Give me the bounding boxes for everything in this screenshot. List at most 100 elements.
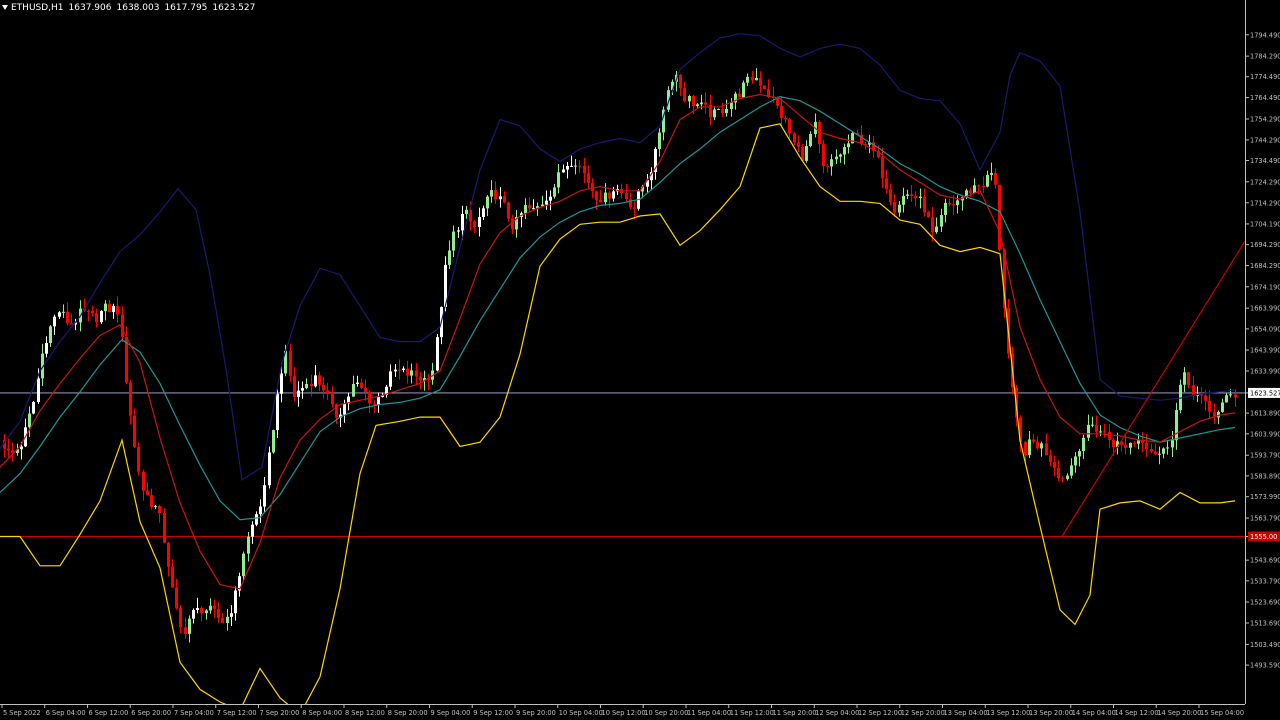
price-tick-label: 1503.490 [1250,641,1280,649]
candle-body [457,230,460,232]
candle-body [104,303,107,312]
candle-body [452,231,455,251]
candle-body [931,217,934,233]
candle-body [1234,394,1237,398]
time-tick-label: 9 Sep 20:00 [516,709,556,717]
candle-body [893,202,896,213]
candle-body [158,506,161,513]
candle-body [982,185,985,187]
candle-body [410,370,413,376]
candle-body [230,613,233,617]
candle-body [251,524,254,537]
price-tick-label: 1734.490 [1250,157,1280,165]
candle-body [700,102,703,105]
red-moving-average [0,93,1236,590]
time-tick-label: 11 Sep 04:00 [687,709,731,717]
candle-body [1108,431,1111,440]
time-tick-label: 12 Sep 20:00 [901,709,945,717]
candle-body [32,402,35,414]
candle-body [910,194,913,197]
candle-body [839,154,842,157]
candle-body [247,536,250,554]
candle-body [486,196,489,209]
candle-body [221,617,224,623]
candle-body [217,608,220,618]
candle-body [1099,431,1102,433]
candle-body [549,196,552,201]
trendline [1061,240,1245,537]
candle-body [797,142,800,147]
candle-body [948,202,951,205]
price-tick-label: 1493.590 [1250,662,1280,670]
candle-body [822,144,825,166]
candle-body [297,390,300,397]
candle-body [612,191,615,199]
candle-body [1028,439,1031,456]
open-price: 1637.906 [68,3,112,13]
candle-body [1145,442,1148,450]
candle-body [1229,394,1232,396]
candle-body [608,192,611,199]
candle-body [1171,440,1174,448]
price-tick-label: 1754.290 [1250,115,1280,123]
candle-body [843,147,846,155]
candle-body [944,202,947,216]
price-tick-label: 1674.190 [1250,283,1280,291]
price-tick-label: 1613.890 [1250,410,1280,418]
time-tick-label: 8 Sep 12:00 [345,709,385,717]
candle-body [557,172,560,188]
candle-body [990,173,993,175]
candle-body [276,393,279,431]
price-tick-label: 1523.690 [1250,599,1280,607]
candle-body [595,191,598,200]
axes-group: 1794.490 1784.290 1774.490 1764.490 1754.290… [0,0,1280,717]
candle-body [566,165,569,170]
candle-body [184,627,187,634]
candle-body [713,109,716,118]
candle-body [150,495,153,508]
candle-body [952,204,955,206]
price-tick-label: 1654.090 [1250,325,1280,333]
candle-body [788,119,791,134]
candle-body [394,369,397,372]
candle-body [696,104,699,107]
candle-body [482,208,485,218]
time-tick-label: 14 Sep 12:00 [1115,709,1159,717]
candle-body [465,209,468,214]
candle-body [259,506,262,515]
time-tick-label: 5 Sep 2022 [3,709,41,717]
candle-body [818,121,821,145]
candle-body [503,196,506,203]
time-tick-label: 10 Sep 04:00 [559,709,603,717]
dropdown-triangle-icon[interactable] [2,5,8,10]
price-chart[interactable]: 1794.490 1784.290 1774.490 1764.490 1754.290… [0,0,1280,720]
candle-body [310,383,313,387]
candle-body [377,396,380,405]
indicator-lines-group [0,33,1245,704]
time-tick-label: 11 Sep 12:00 [730,709,774,717]
close-price: 1623.527 [212,3,256,13]
candle-body [1032,439,1035,442]
candle-body [66,311,69,324]
candle-body [196,607,199,611]
low-price: 1617.795 [164,3,208,13]
candle-body [889,189,892,203]
candle-body [927,212,930,218]
candle-body [142,471,145,491]
candle-body [570,165,573,167]
candle-body [940,215,943,227]
candle-body [847,143,850,148]
price-tick-label: 1543.690 [1250,557,1280,565]
candle-body [121,314,124,338]
candle-body [343,403,346,415]
price-tick-label: 1533.790 [1250,577,1280,585]
candle-body [108,303,111,313]
price-tick-label: 1573.990 [1250,493,1280,501]
candle-body [179,608,182,628]
candle-body [360,382,363,388]
candle-body [448,250,451,265]
candle-body [1166,447,1169,449]
candle-body [1053,461,1056,469]
candle-body [356,382,359,384]
candle-body [835,156,838,160]
